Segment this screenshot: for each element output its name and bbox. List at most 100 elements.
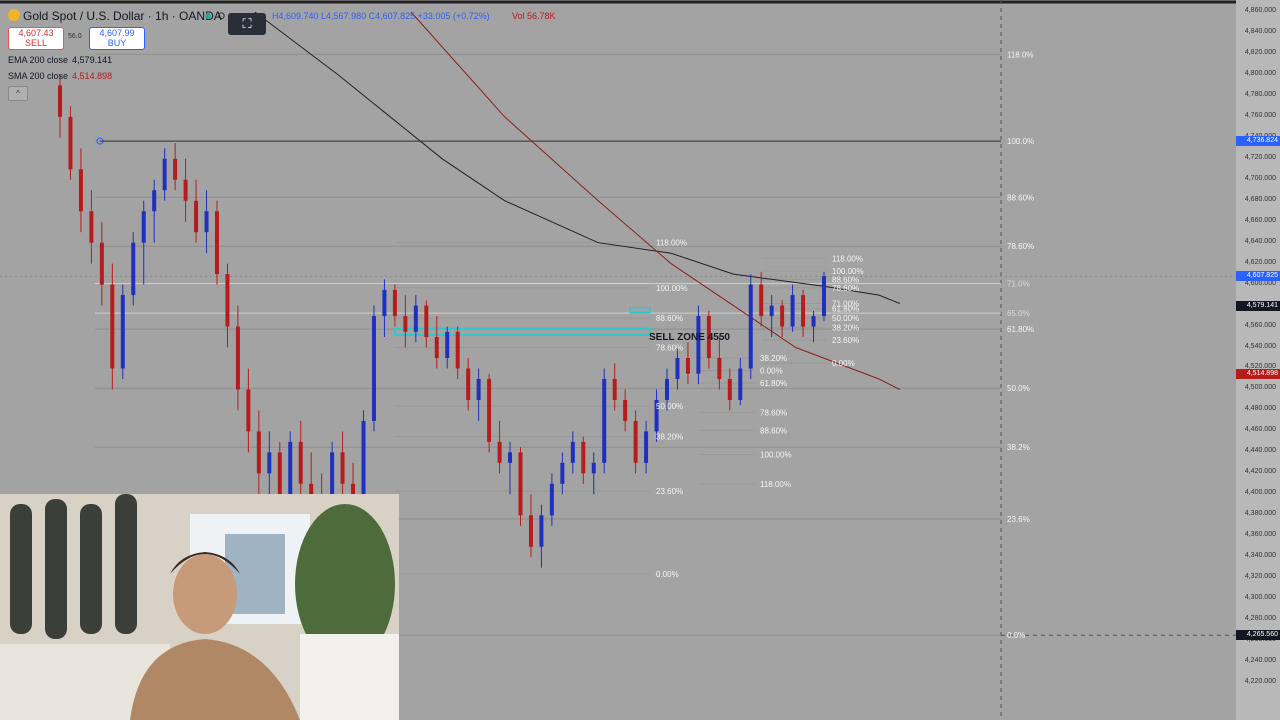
price-tick-label: 4,540.000 [1244, 342, 1276, 350]
fib-main-level-label: 38.2% [1007, 443, 1030, 452]
price-tick-label: 4,500.000 [1244, 384, 1276, 392]
candle-body [528, 515, 533, 547]
sma-indicator-legend[interactable]: SMA 200 close 4,514.898 [8, 71, 112, 81]
fib-mid-level-label: 118.00% [656, 239, 687, 248]
candle-body [539, 515, 544, 547]
sma-value: 4,514.898 [72, 71, 113, 81]
candle-body [466, 368, 471, 400]
candle-body [612, 378, 617, 400]
candle-body [769, 305, 774, 317]
fib-main-level-label: 50.0% [1007, 384, 1030, 393]
candle-body [204, 211, 209, 233]
price-tick-label: 4,840.000 [1244, 27, 1276, 35]
fib-right-level-label: 78.60% [832, 284, 859, 293]
candle-body [497, 441, 502, 463]
price-tick-label: 4,240.000 [1244, 657, 1276, 665]
candle-body [78, 169, 83, 212]
candle-body [413, 305, 418, 332]
candle-body [801, 295, 806, 327]
fib-mid-level-label: 50.00% [656, 402, 683, 411]
candle-body [759, 284, 764, 317]
sma-label: SMA 200 close [8, 71, 69, 81]
spread-value: 56.0 [68, 33, 82, 40]
buy-button[interactable]: 4,607.99 BUY [89, 27, 145, 50]
price-tick-label: 4,640.000 [1244, 237, 1276, 245]
price-tick-label: 4,620.000 [1244, 258, 1276, 266]
candle-body [570, 441, 575, 463]
candle-body [309, 483, 314, 495]
candle-body [277, 452, 282, 495]
sell-zone-marker [629, 306, 651, 314]
candle-body [780, 305, 785, 327]
candle-body [141, 211, 146, 243]
fib-main-level-label: 23.6% [1007, 515, 1030, 524]
price-tick-label: 4,420.000 [1244, 468, 1276, 476]
price-tick-label: 4,220.000 [1244, 678, 1276, 686]
fib-inner-level-label: 0.00% [760, 367, 783, 376]
candle-body [487, 378, 492, 442]
candle-body [235, 326, 240, 390]
ema-200-line [254, 11, 900, 304]
price-tick-label: 4,780.000 [1244, 90, 1276, 98]
candle-body [738, 368, 743, 400]
candle-body [581, 441, 586, 474]
price-tick-label: 4,700.000 [1244, 174, 1276, 182]
candle-body [790, 295, 795, 327]
candle-body [811, 316, 816, 327]
fib-mid-level-label: 100.00% [656, 284, 688, 293]
price-tick-label: 4,300.000 [1244, 594, 1276, 602]
price-tick-label: 4,560.000 [1244, 321, 1276, 329]
sell-label: SELL [24, 38, 48, 48]
candle-body [120, 295, 125, 369]
market-status-icon [205, 13, 211, 19]
price-badge: 4,265.560 [1236, 630, 1280, 641]
fib-main-level-label: 88.60% [1007, 193, 1034, 202]
price-tick-label: 4,760.000 [1244, 111, 1276, 119]
price-tick-label: 4,860.000 [1244, 7, 1276, 14]
candle-body [110, 284, 115, 369]
candle-body [518, 452, 523, 516]
candle-body [246, 389, 251, 432]
fib-right-level-label: 50.00% [832, 314, 859, 323]
price-axis[interactable]: 4,860.000 4,840.000 4,820.000 4,800.000 4,78… [1236, 0, 1280, 720]
ema-indicator-legend[interactable]: EMA 200 close 4,579.141 [8, 55, 112, 65]
price-tick-label: 4,320.000 [1244, 573, 1276, 581]
candle-body [298, 441, 303, 484]
drawing-toolbar-button[interactable]: ⛶ [228, 13, 266, 35]
fib-right-level-label: 38.20% [832, 324, 859, 333]
candle-body [560, 462, 565, 484]
candle-body [214, 211, 219, 275]
fib-right-level-label: 61.80% [832, 305, 859, 314]
fib-mid-level-label: 78.60% [656, 344, 683, 353]
candle-body [717, 358, 722, 379]
candle-body [288, 441, 293, 495]
ema-label: EMA 200 close [8, 55, 69, 65]
candle-body [633, 420, 638, 463]
price-tick-label: 4,720.000 [1244, 153, 1276, 161]
buy-price: 4,607.99 [99, 28, 135, 38]
candle-body [183, 179, 188, 201]
fib-right-level-label: 0.00% [832, 359, 855, 368]
webcam-overlay [0, 494, 399, 720]
price-badge: 4,579.141 [1236, 301, 1280, 312]
price-tick-label: 4,440.000 [1244, 447, 1276, 455]
fib-inner-level-label: 38.20% [760, 354, 787, 363]
sell-button[interactable]: 4,607.43 SELL [8, 27, 64, 50]
candle-body [99, 242, 104, 285]
candle-body [89, 211, 94, 243]
candle-body [455, 331, 460, 369]
fib-main-level-label: 0.0% [1007, 631, 1025, 640]
symbol-title[interactable]: Gold Spot / U.S. Dollar · 1h · OANDA [23, 9, 222, 23]
price-tick-label: 4,400.000 [1244, 489, 1276, 497]
fib-inner-level-label: 61.80% [760, 379, 787, 388]
candle-body [340, 452, 345, 484]
price-tick-label: 4,460.000 [1244, 426, 1276, 434]
price-tick-label: 4,680.000 [1244, 195, 1276, 203]
fib-main-level-label: 65.0% [1007, 309, 1030, 318]
collapse-legend-button[interactable]: ^ [8, 86, 28, 101]
price-badge: 4,607.825 [1236, 271, 1280, 282]
candle-body [476, 378, 481, 400]
candle-body [131, 242, 136, 296]
sell-zone-box [394, 327, 651, 336]
ohlc-readout: H4,609.740 L4,567.980 C4,607.825 +33.005… [272, 11, 490, 21]
